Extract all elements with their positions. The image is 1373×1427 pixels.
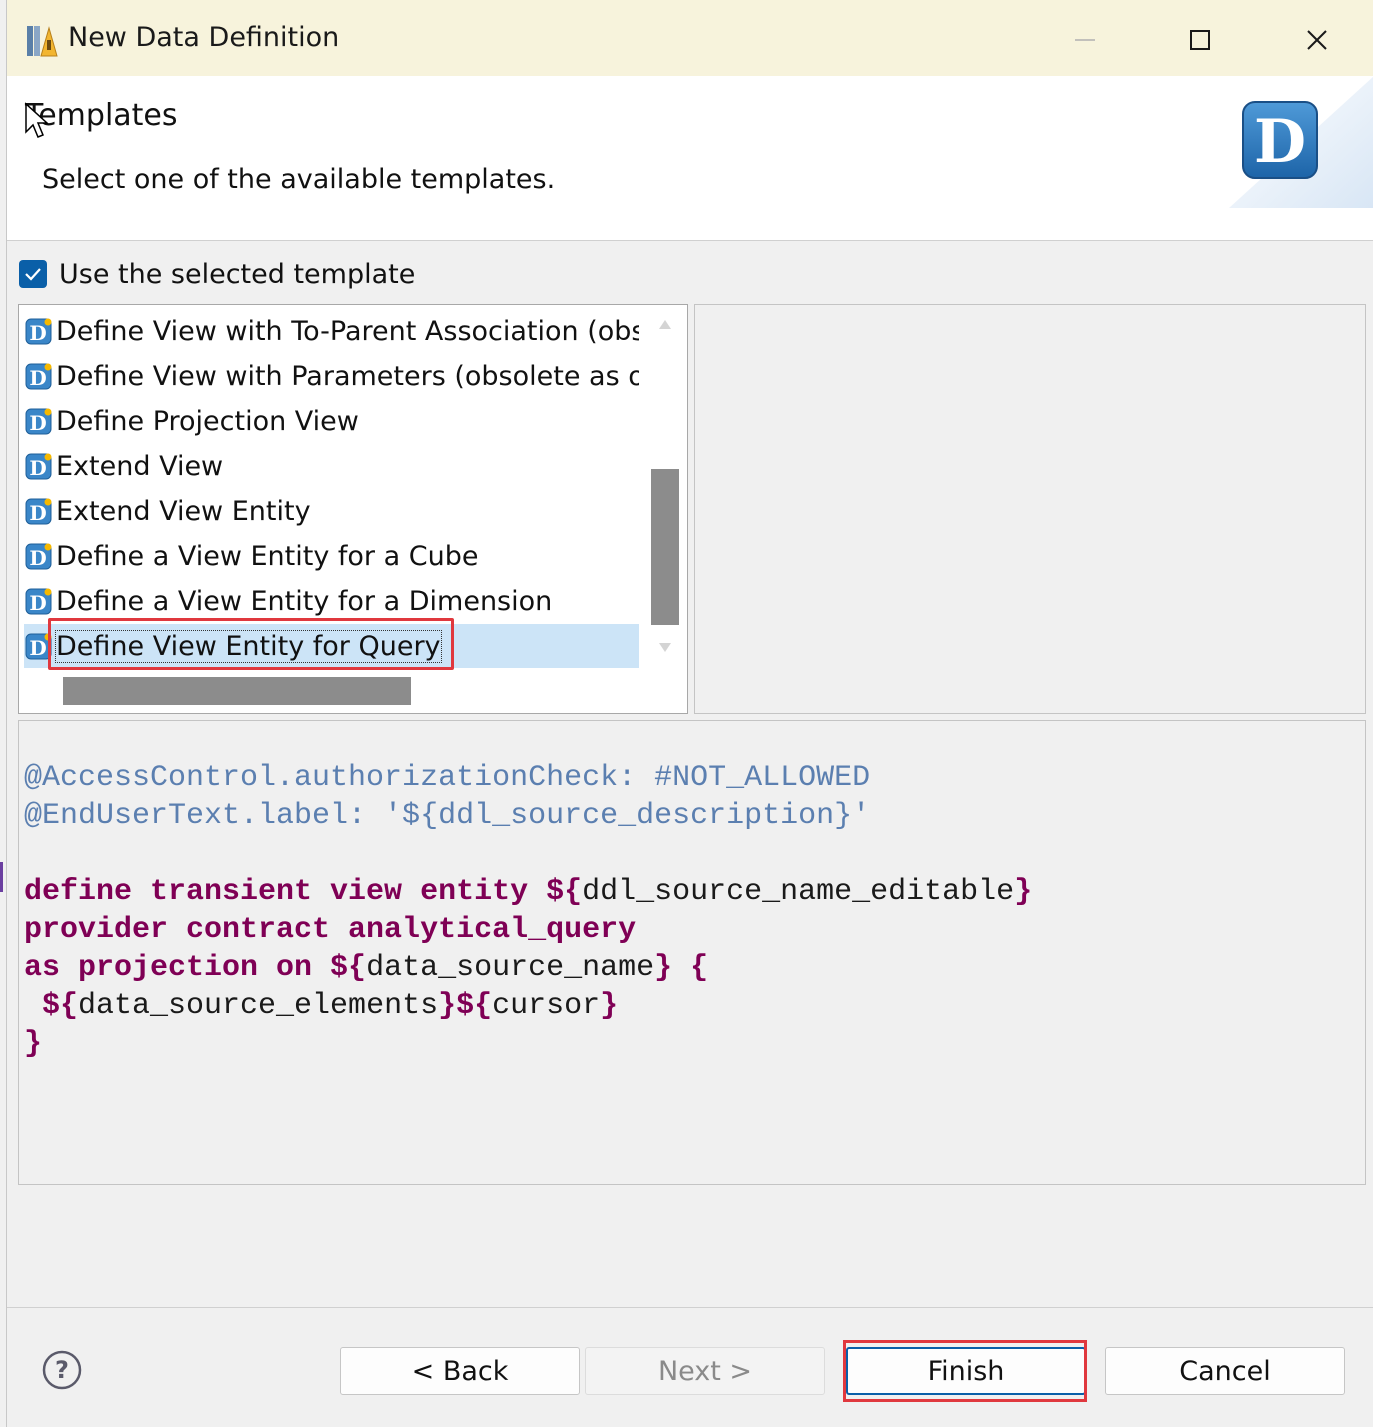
- svg-text:D: D: [29, 546, 46, 570]
- svg-text:D: D: [29, 321, 46, 345]
- finish-button[interactable]: Finish: [846, 1347, 1086, 1395]
- list-item[interactable]: D Define a View Entity for a Dimension: [24, 579, 639, 623]
- help-icon[interactable]: ?: [42, 1350, 82, 1390]
- use-template-label: Use the selected template: [59, 258, 416, 290]
- dialog-window: New Data Definition Templates Select one…: [6, 0, 1373, 1427]
- footer-separator: [7, 1307, 1373, 1308]
- code-line: as projection on ${data_source_name} {: [24, 951, 709, 985]
- vertical-scrollbar-thumb[interactable]: [651, 469, 679, 625]
- code-line: ${data_source_elements}${cursor}: [24, 989, 619, 1023]
- code-line: @AccessControl.authorizationCheck: #NOT_…: [24, 761, 871, 795]
- list-item-label: Define View Entity for Query: [55, 629, 442, 663]
- minimize-button[interactable]: [1059, 18, 1111, 62]
- left-edge-mark: [0, 862, 3, 892]
- use-selected-template-checkbox[interactable]: Use the selected template: [19, 257, 415, 291]
- graphic-letter: D: [1254, 107, 1306, 177]
- page-description: Select one of the available templates.: [42, 164, 556, 195]
- list-item-label: Define a View Entity for a Dimension: [56, 585, 553, 617]
- ddl-template-icon: D: [25, 318, 52, 345]
- close-button[interactable]: [1291, 18, 1343, 62]
- ddl-template-icon: D: [25, 543, 52, 570]
- list-item-label: Define View with Parameters (obsolete as…: [56, 360, 639, 392]
- ddl-template-icon: D: [25, 588, 52, 615]
- minimize-icon: [1075, 39, 1095, 41]
- back-button[interactable]: < Back: [340, 1347, 580, 1395]
- code-line: @EndUserText.label: '${ddl_source_descri…: [24, 799, 871, 833]
- data-definition-graphic: D: [1229, 76, 1373, 208]
- scroll-up-arrow-icon[interactable]: [657, 317, 673, 331]
- list-item-label: Define a View Entity for a Cube: [56, 540, 479, 572]
- svg-text:D: D: [29, 411, 46, 435]
- template-description-panel: [694, 304, 1366, 714]
- list-item[interactable]: D Define View with To-Parent Association…: [24, 309, 639, 353]
- svg-text:D: D: [29, 636, 46, 660]
- svg-text:D: D: [29, 456, 46, 480]
- list-item[interactable]: D Define a View Entity for a Cube: [24, 534, 639, 578]
- title-bar: New Data Definition: [7, 0, 1373, 76]
- list-item-selected[interactable]: D Define View Entity for Query: [24, 624, 639, 668]
- code-line: provider contract analytical_query: [24, 913, 637, 947]
- maximize-icon: [1190, 30, 1210, 50]
- list-item-label: Define View with To-Parent Association (…: [56, 315, 639, 347]
- ddl-template-icon: D: [25, 408, 52, 435]
- scroll-down-arrow-icon[interactable]: [657, 641, 673, 655]
- list-item-label: Extend View: [56, 450, 224, 482]
- page-title: Templates: [25, 98, 178, 133]
- wizard-header: Templates Select one of the available te…: [7, 76, 1373, 241]
- ddl-template-icon: D: [25, 363, 52, 390]
- svg-text:D: D: [29, 591, 46, 615]
- ddl-template-icon: D: [25, 633, 52, 660]
- cancel-button[interactable]: Cancel: [1105, 1347, 1345, 1395]
- list-item[interactable]: D Extend View: [24, 444, 639, 488]
- horizontal-scrollbar-thumb[interactable]: [63, 677, 411, 705]
- eclipse-adt-app-icon: [27, 26, 58, 57]
- code-line: define transient view entity ${ddl_sourc…: [24, 875, 1033, 909]
- next-button[interactable]: Next >: [585, 1347, 825, 1395]
- svg-text:D: D: [29, 366, 46, 390]
- svg-text:?: ?: [55, 1356, 69, 1384]
- templates-list[interactable]: D Define View with To-Parent Association…: [18, 304, 688, 714]
- list-item[interactable]: D Extend View Entity: [24, 489, 639, 533]
- template-preview: @AccessControl.authorizationCheck: #NOT_…: [18, 720, 1366, 1185]
- checkbox-checked[interactable]: [19, 260, 47, 288]
- ddl-template-icon: D: [25, 453, 52, 480]
- close-icon: [1307, 30, 1327, 50]
- code-line: }: [24, 1027, 43, 1061]
- checkmark-icon: [25, 268, 41, 281]
- list-item[interactable]: D Define View with Parameters (obsolete …: [24, 354, 639, 398]
- svg-text:D: D: [29, 501, 46, 525]
- list-item-label: Extend View Entity: [56, 495, 311, 527]
- window-title: New Data Definition: [68, 22, 340, 53]
- list-item-label: Define Projection View: [56, 405, 359, 437]
- list-item[interactable]: D Define Projection View: [24, 399, 639, 443]
- maximize-button[interactable]: [1174, 18, 1226, 62]
- ddl-template-icon: D: [25, 498, 52, 525]
